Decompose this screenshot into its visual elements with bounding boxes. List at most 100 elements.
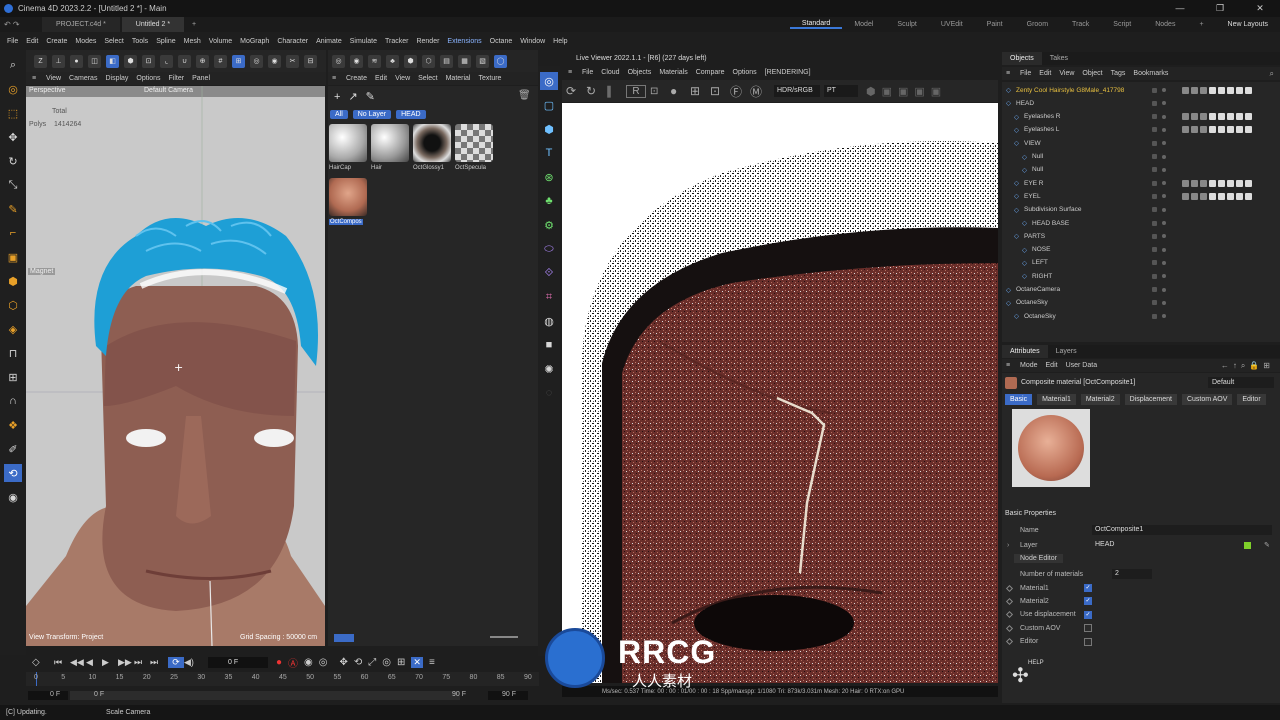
scale-tool-icon[interactable]: ⤡ xyxy=(4,176,22,194)
material-tag-icon[interactable] xyxy=(1227,126,1234,134)
render-toggle[interactable] xyxy=(1162,274,1166,279)
material-tag-icon[interactable] xyxy=(1200,126,1207,134)
deformer-icon[interactable]: ⬭ xyxy=(540,240,558,258)
pla-key-icon[interactable]: ⊞ xyxy=(397,657,405,668)
eyedropper-icon[interactable]: ✎ xyxy=(366,90,375,103)
render-toggle[interactable] xyxy=(1162,154,1166,159)
visibility-toggle[interactable] xyxy=(1152,180,1157,186)
color-space-select[interactable]: HDR/sRGB xyxy=(774,85,820,97)
render-toggle[interactable] xyxy=(1162,234,1166,239)
material-tag-icon[interactable] xyxy=(1245,179,1252,187)
timeline-ruler[interactable]: 0 5 10 15 20 25 30 35 40 45 50 55 60 65 70 75 80 85 90 xyxy=(26,672,539,686)
expand-chevron-icon[interactable]: › xyxy=(1007,542,1009,549)
menu-file[interactable]: File xyxy=(3,38,22,45)
material-octspecular[interactable]: OctSpecula xyxy=(455,124,493,171)
lv-menu-cloud[interactable]: Cloud xyxy=(597,69,623,76)
lv-extra-icons[interactable]: ⬢▣▣▣▣ xyxy=(866,85,947,98)
visibility-toggle[interactable] xyxy=(1152,287,1157,292)
material-tag-icon[interactable] xyxy=(1200,113,1207,121)
record-icon[interactable]: ● xyxy=(276,657,282,668)
material-tool4-icon[interactable]: ♣ xyxy=(386,54,399,68)
material-tag-icon[interactable] xyxy=(1191,192,1198,200)
layout-track[interactable]: Track xyxy=(1060,21,1101,28)
material-tool5-icon[interactable]: ⬢ xyxy=(404,54,417,68)
material-tag-icon[interactable] xyxy=(1245,113,1252,121)
material-tool7-icon[interactable]: ▤ xyxy=(440,54,453,68)
tab-attributes[interactable]: Attributes xyxy=(1002,345,1048,358)
tree-row[interactable]: ◇ Eyelashes L xyxy=(1002,124,1280,136)
pause-icon[interactable]: ∥ xyxy=(606,84,626,98)
motion-icon[interactable]: ✕ xyxy=(411,656,423,668)
view-mode-icon[interactable] xyxy=(334,634,354,642)
menu-modes[interactable]: Modes xyxy=(71,38,100,45)
node-editor-button[interactable]: Node Editor xyxy=(1014,554,1063,563)
material-tag-icon[interactable] xyxy=(1209,192,1216,200)
scale-key-icon[interactable]: ⤢ xyxy=(368,657,376,668)
lv-menu-compare[interactable]: Compare xyxy=(692,69,729,76)
checkbox[interactable] xyxy=(1084,624,1092,633)
material-tag-icon[interactable] xyxy=(1209,179,1216,187)
visibility-toggle[interactable] xyxy=(1152,87,1157,93)
send-scene-icon[interactable]: ⟳ xyxy=(566,84,586,98)
magnet-icon[interactable]: ∪ xyxy=(178,54,191,68)
checkbox[interactable]: ✓ xyxy=(1084,584,1092,592)
subtab-material1[interactable]: Material1 xyxy=(1037,394,1076,405)
tab-untitled[interactable]: Untitled 2 * xyxy=(121,17,185,32)
material-tag-icon[interactable] xyxy=(1227,192,1234,200)
uv-icon[interactable]: ⌞ xyxy=(160,54,173,68)
material-tag-icon[interactable] xyxy=(1218,192,1225,200)
undo-redo-icon[interactable]: ↶ ↷ xyxy=(0,20,40,29)
render-toggle[interactable] xyxy=(1162,167,1166,172)
subtab-editor[interactable]: Editor xyxy=(1237,394,1266,405)
param-key-icon[interactable]: ◎ xyxy=(382,657,391,668)
minimize-button[interactable]: — xyxy=(1160,0,1200,17)
render-region-icon[interactable]: ◉ xyxy=(4,488,22,506)
tree-row[interactable]: ◇ NOSE xyxy=(1002,244,1280,256)
lv-menu-objects[interactable]: Objects xyxy=(624,69,656,76)
subtab-custom-aov[interactable]: Custom AOV xyxy=(1181,394,1233,405)
move-tool-icon[interactable]: ✥ xyxy=(4,128,22,146)
obj-search-icon[interactable]: ⌕ xyxy=(1270,69,1274,79)
subtab-displacement[interactable]: Displacement xyxy=(1124,394,1177,405)
polygon-mode-icon[interactable]: ▣ xyxy=(4,248,22,266)
layout-sculpt[interactable]: Sculpt xyxy=(885,21,928,28)
attr-menu-userdata[interactable]: User Data xyxy=(1062,362,1102,369)
material-tag-icon[interactable] xyxy=(1236,113,1243,121)
material-tool6-icon[interactable]: ⬡ xyxy=(422,54,435,68)
vp-menu-panel[interactable]: Panel xyxy=(188,75,214,82)
points-icon[interactable]: ● xyxy=(70,54,83,68)
vp-menu-options[interactable]: Options xyxy=(132,75,164,82)
attr-hamburger-icon[interactable]: ≡ xyxy=(1006,362,1016,369)
obj-menu-edit[interactable]: Edit xyxy=(1035,70,1055,77)
brush-tool-icon[interactable]: ✐ xyxy=(4,440,22,458)
tree-row[interactable]: ◇ LEFT xyxy=(1002,257,1280,269)
scale-camera-tool-icon[interactable]: ⟲ xyxy=(4,464,22,482)
obj-menu-tags[interactable]: Tags xyxy=(1107,70,1130,77)
tree-row[interactable]: ◇ OctaneSky xyxy=(1002,310,1280,322)
visibility-toggle[interactable] xyxy=(1152,127,1157,133)
polygons-icon[interactable]: ◧ xyxy=(106,54,119,68)
tree-row[interactable]: ◇ HEAD BASE xyxy=(1002,217,1280,229)
layout-nodes[interactable]: Nodes xyxy=(1143,21,1187,28)
render-toggle[interactable] xyxy=(1162,101,1166,106)
cloner-icon[interactable]: ♣ xyxy=(540,192,558,210)
restart-render-icon[interactable]: ↻ xyxy=(586,84,606,98)
lv-menu-options[interactable]: Options xyxy=(729,69,761,76)
material-tool10-icon[interactable]: ◯ xyxy=(494,54,507,68)
render-toggle[interactable] xyxy=(1162,114,1166,119)
menu-simulate[interactable]: Simulate xyxy=(346,38,381,45)
menu-octane[interactable]: Octane xyxy=(486,38,517,45)
knife-tool-icon[interactable]: ✎ xyxy=(4,200,22,218)
menu-edit[interactable]: Edit xyxy=(22,38,42,45)
tab-project[interactable]: PROJECT.c4d * xyxy=(42,17,120,32)
mat-menu-edit[interactable]: Edit xyxy=(371,75,391,82)
tree-row[interactable]: ◇ EYE R xyxy=(1002,177,1280,189)
help-icon[interactable]: ✣ xyxy=(1012,663,1029,688)
scene-icon[interactable]: ◍ xyxy=(540,312,558,330)
end-frame-field[interactable]: 90 F xyxy=(452,691,466,698)
timeline-window-icon[interactable]: ≡ xyxy=(429,657,435,668)
menu-animate[interactable]: Animate xyxy=(312,38,346,45)
visibility-toggle[interactable] xyxy=(1152,247,1157,253)
tree-row[interactable]: ◇ Zenty Cool Hairstyle G8Male_417798 xyxy=(1002,84,1280,96)
material-tag-icon[interactable] xyxy=(1209,86,1216,94)
